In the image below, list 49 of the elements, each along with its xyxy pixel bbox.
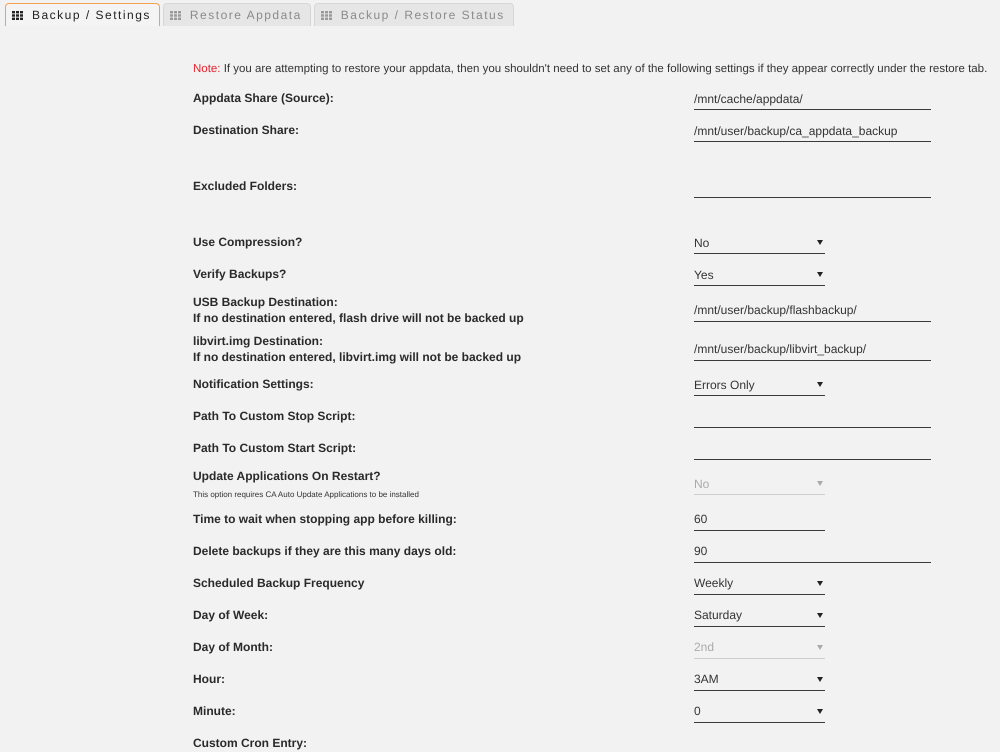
field-label: Delete backups if they are this many days old:	[193, 544, 456, 560]
dropdown[interactable]: Errors Only	[694, 374, 825, 396]
tab[interactable]: Backup / Settings	[5, 3, 160, 26]
text-input[interactable]: 90	[694, 540, 931, 562]
field-hint: If no destination entered, libvirt.img will not be backed up	[193, 350, 522, 365]
field-label: Minute:	[193, 704, 236, 720]
field-label: Update Applications On Restart?	[193, 469, 381, 484]
field-note: This option requires CA Auto Update Applications to be installed	[193, 488, 419, 500]
field-hint: If no destination entered, flash drive will not be backed up	[193, 310, 524, 326]
field-label: Destination Share:	[193, 123, 300, 139]
dropdown[interactable]: Weekly	[694, 572, 825, 594]
field-label: Scheduled Backup Frequency	[193, 576, 364, 592]
field-label: Notification Settings:	[193, 377, 314, 393]
field-label: USB Backup Destination:	[193, 295, 338, 310]
field-label: Hour:	[193, 672, 225, 688]
text-input[interactable]: /mnt/cache/appdata/	[694, 88, 931, 110]
caret-icon	[817, 580, 823, 586]
caret-icon	[817, 676, 823, 682]
dropdown[interactable]: Yes	[694, 264, 825, 286]
field-label: libvirt.img Destination:	[193, 334, 324, 350]
grid-icon	[12, 10, 23, 20]
grid-icon	[320, 10, 332, 20]
caret-icon	[817, 240, 823, 245]
field-label: Day of Week:	[193, 608, 268, 624]
caret-icon	[817, 612, 823, 618]
field-label: Path To Custom Stop Script:	[193, 409, 356, 425]
field-label: Custom Cron Entry:	[193, 736, 307, 752]
dropdown[interactable]: 3AM	[694, 668, 825, 690]
field-label: Verify Backups?	[193, 267, 286, 283]
text-input[interactable]: /mnt/user/backup/ca_appdata_backup	[694, 120, 931, 142]
note-text: Note: If you are attempting to restore your appdata, then you shouldn't need to set any of the following settings if they appear correctly under the restore tab.	[193, 62, 988, 77]
caret-icon	[817, 272, 823, 277]
caret-icon	[817, 481, 823, 486]
text-input[interactable]: /mnt/user/backup/flashbackup/	[694, 300, 931, 322]
field-label: Use Compression?	[193, 235, 302, 251]
caret-icon	[817, 708, 823, 714]
field-label: Path To Custom Start Script:	[193, 441, 356, 457]
field-label: Excluded Folders:	[193, 179, 298, 195]
caret-icon	[817, 382, 823, 387]
field-label: Day of Month:	[193, 640, 273, 656]
grid-icon	[170, 10, 181, 20]
dropdown[interactable]: No	[694, 232, 825, 254]
field-label: Appdata Share (Source):	[193, 91, 334, 107]
dropdown[interactable]: Saturday	[694, 604, 825, 626]
dropdown[interactable]: 0	[694, 700, 825, 722]
text-input[interactable]: /mnt/user/backup/libvirt_backup/	[694, 338, 931, 360]
caret-icon	[817, 644, 823, 650]
text-input[interactable]: 60	[694, 508, 825, 530]
field-label: Time to wait when stopping app before killing:	[193, 512, 457, 528]
